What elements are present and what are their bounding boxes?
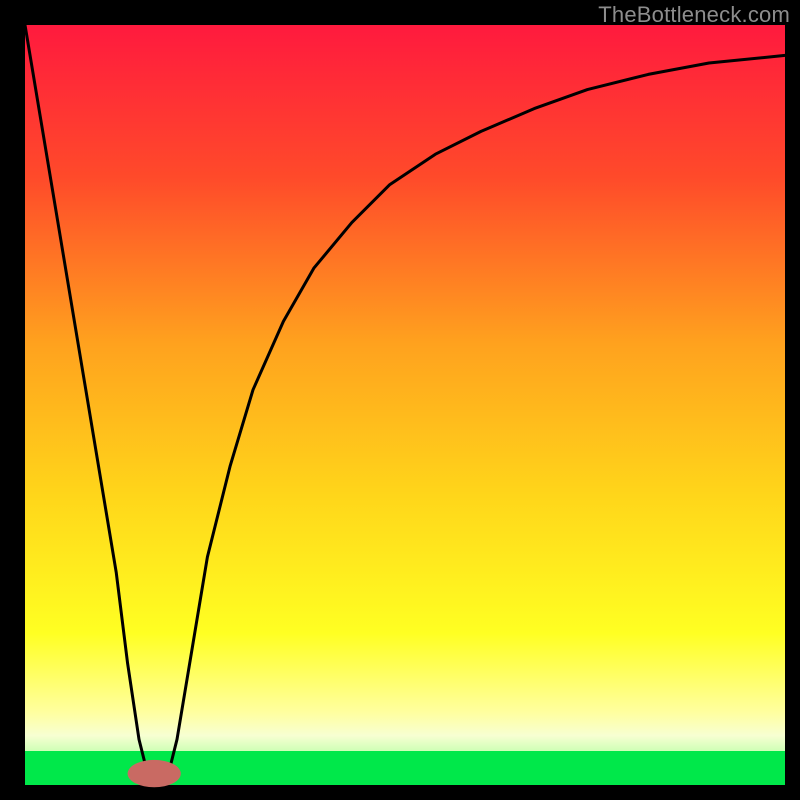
bottleneck-curve [25, 25, 785, 785]
watermark-text: TheBottleneck.com [598, 2, 790, 28]
chart-stage: TheBottleneck.com [0, 0, 800, 800]
plot-area [25, 25, 785, 785]
curve-path [25, 25, 785, 777]
valley-marker [128, 760, 181, 787]
